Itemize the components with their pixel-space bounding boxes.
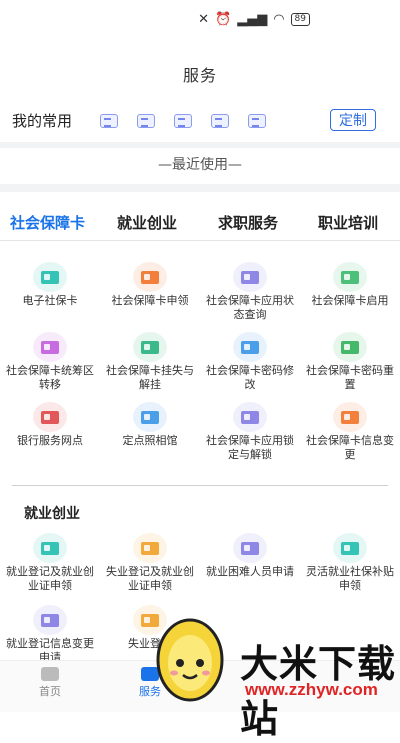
service-item-label: 社会保障卡应用锁定与解锁 <box>206 434 294 461</box>
password-edit-icon <box>233 332 267 362</box>
section-divider <box>12 485 388 486</box>
card-lock-icon <box>133 332 167 362</box>
tab-employment[interactable]: 就业创业 <box>117 212 177 233</box>
info-change-icon <box>333 402 367 432</box>
mute-icon: ✕ <box>198 11 210 27</box>
watermark-mascot-logo <box>156 618 224 702</box>
card-unlock-icon <box>233 402 267 432</box>
nav-home-label: 首页 <box>39 685 61 698</box>
service-item[interactable]: 电子社保卡 <box>0 262 100 308</box>
service-item[interactable]: 银行服务网点 <box>0 402 100 448</box>
register-icon <box>33 533 67 563</box>
home-icon <box>41 667 59 681</box>
service-item[interactable]: 社会保障卡应用锁定与解锁 <box>200 402 300 462</box>
service-item-label: 就业困难人员申请 <box>206 565 294 578</box>
service-item[interactable]: 社会保障卡信息变更 <box>300 402 400 462</box>
unemployment-icon <box>133 533 167 563</box>
favorites-row: 我的常用 定制 <box>0 104 400 138</box>
favorites-label: 我的常用 <box>12 112 73 130</box>
service-item-label: 社会保障卡挂失与解挂 <box>106 364 194 391</box>
service-item-label: 社会保障卡申领 <box>111 294 189 307</box>
service-item[interactable]: 社会保障卡启用 <box>300 262 400 308</box>
battery-indicator: 89 <box>290 12 310 26</box>
info-update-icon <box>33 605 67 635</box>
card-enable-icon <box>333 262 367 292</box>
service-item-label: 社会保障卡信息变更 <box>306 434 394 461</box>
page-title: 服务 <box>182 66 217 85</box>
service-item-label: 社会保障卡密码重置 <box>306 364 394 391</box>
service-item-label: 社会保障卡密码修改 <box>206 364 294 391</box>
favorite-shortcut-icon[interactable] <box>174 114 192 128</box>
tab-social-security-card[interactable]: 社会保障卡 <box>10 212 85 233</box>
category-tabs: 社会保障卡 就业创业 求职服务 职业培训 <box>0 202 400 242</box>
signal-hd-icon: ▂▄▆ <box>237 11 268 27</box>
section-separator <box>0 142 400 148</box>
service-item[interactable]: 社会保障卡挂失与解挂 <box>100 332 200 392</box>
favorite-shortcut-icon[interactable] <box>211 114 229 128</box>
hardship-icon <box>233 533 267 563</box>
service-item-label: 社会保障卡启用 <box>311 294 389 307</box>
nav-home[interactable]: 首页 <box>20 667 80 699</box>
camera-icon <box>133 402 167 432</box>
service-item[interactable]: 就业登记及就业创业证申领 <box>0 533 100 593</box>
customize-button[interactable]: 定制 <box>330 109 376 131</box>
service-item-label: 失业登记及就业创业证申领 <box>106 565 194 592</box>
id-card-icon <box>33 262 67 292</box>
service-item-label: 银行服务网点 <box>17 434 83 447</box>
service-item[interactable]: 社会保障卡密码重置 <box>300 332 400 392</box>
bank-icon <box>33 402 67 432</box>
wifi-icon: ◠ <box>273 11 285 27</box>
employment-section-title: 就业创业 <box>24 506 80 522</box>
service-item-label: 定点照相馆 <box>122 434 178 447</box>
service-item[interactable]: 失业登记及就业创业证申领 <box>100 533 200 593</box>
favorite-shortcut-icon[interactable] <box>248 114 266 128</box>
service-item[interactable]: 社会保障卡应用状态查询 <box>200 262 300 322</box>
watermark-site-url: www.zzhyw.com <box>245 680 378 699</box>
favorite-shortcut-icon[interactable] <box>100 114 118 128</box>
favorite-shortcut-icon[interactable] <box>137 114 155 128</box>
service-item-label: 就业登记及就业创业证申领 <box>6 565 94 592</box>
tab-job-search[interactable]: 求职服务 <box>218 212 278 233</box>
service-item[interactable]: 社会保障卡统筹区转移 <box>0 332 100 392</box>
service-item[interactable]: 社会保障卡申领 <box>100 262 200 308</box>
tab-vocational-training[interactable]: 职业培训 <box>318 212 378 233</box>
section-separator <box>0 184 400 192</box>
service-item-label: 电子社保卡 <box>22 294 78 307</box>
service-item-label: 社会保障卡应用状态查询 <box>206 294 294 321</box>
status-bar: ✕ ⏰ ▂▄▆ ◠ 89 <box>0 0 400 38</box>
service-item[interactable]: 就业困难人员申请 <box>200 533 300 579</box>
alarm-icon: ⏰ <box>215 11 232 27</box>
service-item[interactable]: 社会保障卡密码修改 <box>200 332 300 392</box>
service-item-label: 社会保障卡统筹区转移 <box>6 364 94 391</box>
service-item[interactable]: 灵活就业社保补贴申领 <box>300 533 400 593</box>
card-query-icon <box>233 262 267 292</box>
password-reset-icon <box>333 332 367 362</box>
transfer-icon <box>33 332 67 362</box>
service-item[interactable]: 定点照相馆 <box>100 402 200 448</box>
tab-divider <box>0 240 400 241</box>
subsidy-icon <box>333 533 367 563</box>
recent-label: —最近使用— <box>158 157 242 173</box>
service-item[interactable]: 就业登记信息变更申请 <box>0 605 100 665</box>
card-apply-icon <box>133 262 167 292</box>
service-item-label: 灵活就业社保补贴申领 <box>306 565 394 592</box>
